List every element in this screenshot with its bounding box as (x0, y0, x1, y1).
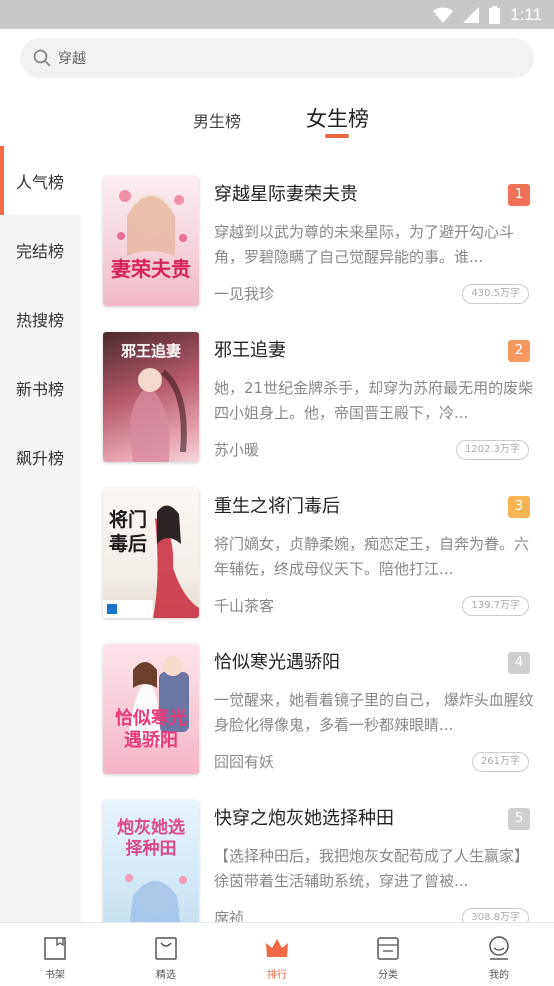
sidebar-item-new-books[interactable]: 新书榜 (0, 353, 81, 422)
rank-badge: 4 (508, 652, 530, 674)
nav-profile[interactable]: 我的 (444, 923, 554, 986)
tab-female[interactable]: 女生榜 (306, 103, 369, 133)
search-input[interactable]: 穿越 (20, 38, 534, 78)
nav-label: 我的 (489, 970, 509, 981)
book-author: 一见我珍 (214, 285, 275, 303)
tab-male[interactable]: 男生榜 (193, 108, 241, 132)
book-title[interactable]: 重生之将门毒后 (214, 492, 340, 518)
rank-badge: 2 (508, 340, 530, 362)
status-bar: 1:11 (0, 0, 554, 29)
rank-badge: 1 (508, 184, 530, 206)
word-count-badge: 1202.3万字 (456, 440, 529, 460)
gender-tabs: 男生榜 女生榜 (0, 100, 554, 140)
book-description: 【选择种田后，我把炮灰女配苟成了人生赢家】徐茵带着生活辅助系统，穿进了曾被... (214, 847, 530, 890)
book-cover[interactable]: 邪王追妻 (103, 332, 199, 462)
book-title[interactable]: 恰似寒光遇骄阳 (214, 648, 340, 674)
nav-bookshelf[interactable]: 书架 (0, 923, 110, 986)
search-placeholder: 穿越 (58, 51, 86, 67)
status-icons: 1:11 (433, 0, 542, 29)
nav-label: 书架 (45, 970, 65, 981)
nav-category[interactable]: 分类 (333, 923, 443, 986)
book-title[interactable]: 邪王追妻 (214, 336, 286, 362)
book-author: 苏小暖 (214, 441, 260, 459)
book-description: 一觉醒来，她看着镜子里的自己， 爆炸头血腥纹身脸化得像鬼，多看一秒都辣眼睛... (214, 691, 534, 734)
profile-icon (489, 936, 509, 960)
ranking-sidebar: 人气榜 完结榜 热搜榜 新书榜 飙升榜 (0, 146, 81, 922)
word-count-badge: 261万字 (471, 752, 529, 772)
nav-label: 排行 (267, 970, 287, 981)
book-cover[interactable]: 恰似寒光遇骄阳 (103, 644, 199, 774)
signal-icon (463, 6, 480, 23)
crown-icon (266, 939, 288, 957)
wifi-icon (433, 7, 454, 23)
cover-title: 将门毒后 (108, 509, 147, 555)
word-count-badge: 308.8万字 (462, 908, 529, 922)
sidebar-item-completed[interactable]: 完结榜 (0, 215, 81, 284)
nav-ranking[interactable]: 排行 (222, 923, 332, 986)
rank-badge: 3 (508, 496, 530, 518)
book-author: 席祯 (214, 909, 245, 922)
sidebar-item-rising[interactable]: 飙升榜 (0, 422, 81, 491)
sidebar-item-popular[interactable]: 人气榜 (0, 146, 81, 215)
cover-title: 妻荣夫贵 (111, 257, 191, 281)
category-icon (377, 937, 399, 960)
book-author: 囧囧有妖 (214, 753, 275, 771)
word-count-badge: 139.7万字 (462, 596, 529, 616)
featured-icon (155, 937, 177, 960)
word-count-badge: 430.5万字 (462, 284, 529, 304)
list-item[interactable]: 邪王追妻 邪王追妻 2 她，21世纪金牌杀手，却穿为苏府最无用的废柴四小姐身上。… (81, 302, 554, 462)
active-tab-indicator (325, 134, 349, 138)
nav-label: 精选 (156, 970, 176, 981)
book-description: 她，21世纪金牌杀手，却穿为苏府最无用的废柴四小姐身上。他，帝国晋王殿下，冷..… (214, 379, 534, 422)
book-cover[interactable]: 妻荣夫贵 (103, 176, 199, 306)
book-cover[interactable]: 炮灰她选择种田 (103, 800, 199, 922)
bottom-nav: 书架 精选 排行 分类 我的 (0, 922, 554, 986)
sidebar-item-hot-search[interactable]: 热搜榜 (0, 284, 81, 353)
book-author: 千山茶客 (214, 597, 275, 615)
book-title[interactable]: 快穿之炮灰她选择种田 (214, 804, 394, 830)
nav-label: 分类 (378, 970, 398, 981)
book-title[interactable]: 穿越星际妻荣夫贵 (214, 180, 358, 206)
cover-title: 恰似寒光遇骄阳 (115, 708, 187, 751)
book-cover[interactable]: 将门毒后 (103, 488, 199, 618)
book-list: 妻荣夫贵 穿越星际妻荣夫贵 1 穿越到以武为尊的未来星际，为了避开勾心斗角，罗碧… (81, 146, 554, 922)
cover-art (117, 190, 187, 256)
book-description: 将门嫡女，贞静柔婉，痴恋定王，自奔为眷。六年辅佐，终成母仪天下。陪他打江... (214, 535, 530, 578)
bookshelf-icon (44, 937, 66, 960)
book-description: 穿越到以武为尊的未来星际，为了避开勾心斗角，罗碧隐瞒了自己觉醒异能的事。谁... (214, 223, 515, 266)
nav-featured[interactable]: 精选 (111, 923, 221, 986)
list-item[interactable]: 炮灰她选择种田 快穿之炮灰她选择种田 5 【选择种田后，我把炮灰女配苟成了人生赢… (81, 770, 554, 922)
rank-badge: 5 (508, 808, 530, 830)
search-icon (33, 49, 51, 67)
list-item[interactable]: 将门毒后 重生之将门毒后 3 将门嫡女，贞静柔婉，痴恋定王，自奔为眷。六年辅佐，… (81, 458, 554, 618)
clock: 1:11 (510, 4, 542, 24)
battery-icon (489, 5, 501, 24)
cover-title: 邪王追妻 (120, 342, 181, 360)
cover-title: 炮灰她选择种田 (117, 818, 185, 859)
list-item[interactable]: 妻荣夫贵 穿越星际妻荣夫贵 1 穿越到以武为尊的未来星际，为了避开勾心斗角，罗碧… (81, 146, 554, 306)
list-item[interactable]: 恰似寒光遇骄阳 恰似寒光遇骄阳 4 一觉醒来，她看着镜子里的自己， 爆炸头血腥纹… (81, 614, 554, 774)
